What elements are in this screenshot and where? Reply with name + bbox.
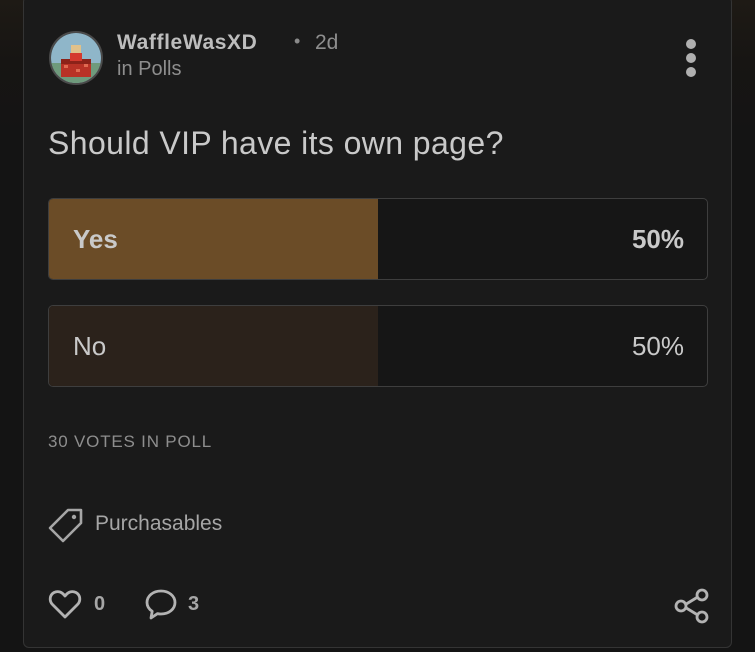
tag-label: Purchasables xyxy=(95,512,223,535)
post-card[interactable]: WaffleWasXD • 2d in Polls Should VIP hav… xyxy=(23,0,732,648)
poll-option-no[interactable]: No 50% xyxy=(48,305,708,387)
post-title[interactable]: Should VIP have its own page? xyxy=(48,125,504,162)
avatar[interactable] xyxy=(49,31,103,85)
author-name[interactable]: WaffleWasXD xyxy=(117,31,257,55)
poll-option-yes[interactable]: Yes 50% xyxy=(48,198,708,280)
like-count: 0 xyxy=(94,593,106,615)
heart-icon xyxy=(48,587,82,621)
tag-icon xyxy=(48,506,84,544)
speech-bubble-icon xyxy=(144,587,178,621)
poll-option-label: Yes xyxy=(73,224,118,254)
share-icon[interactable] xyxy=(673,587,711,625)
poll-option-percent: 50% xyxy=(631,331,684,361)
poll-option-label: No xyxy=(73,331,107,361)
comment-count: 3 xyxy=(188,593,200,615)
poll-vote-count: 30 VOTES IN POLL xyxy=(48,432,212,451)
community-link[interactable]: in Polls xyxy=(117,58,181,81)
vertical-dots-icon[interactable] xyxy=(681,39,701,81)
poll-option-percent: 50% xyxy=(631,224,684,254)
post-time[interactable]: 2d xyxy=(315,31,338,55)
meta-separator: • xyxy=(294,31,301,51)
